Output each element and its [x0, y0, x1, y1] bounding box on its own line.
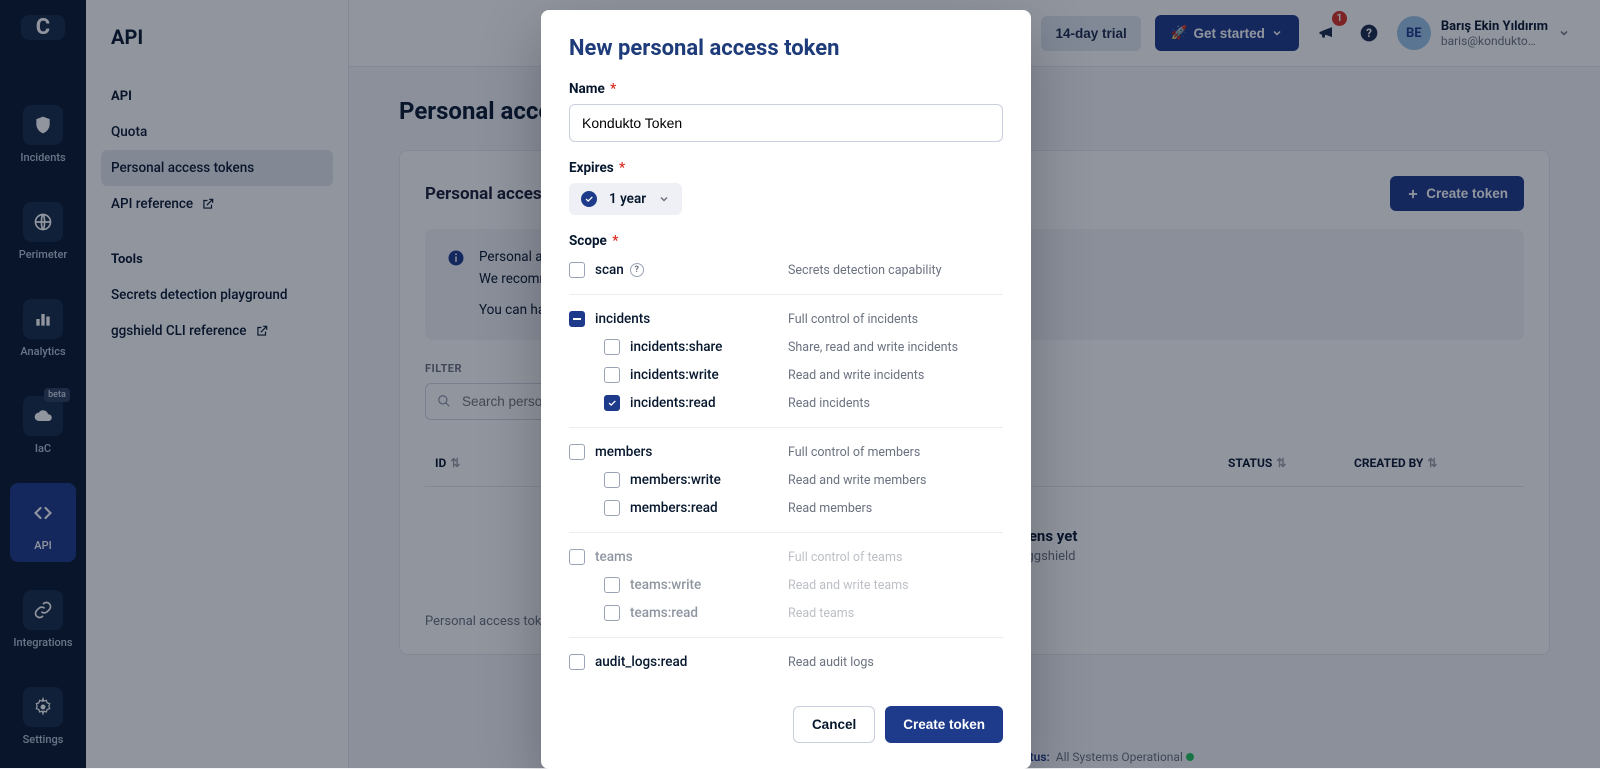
checkbox-teams [569, 549, 585, 565]
scope-incidents-read: incidents:read Read incidents [569, 389, 1003, 417]
checkbox-incidents-read[interactable] [604, 395, 620, 411]
checkbox-audit[interactable] [569, 654, 585, 670]
expires-label: Expires * [569, 160, 1003, 176]
scope-members-read: members:read Read members [569, 494, 1003, 522]
check-icon [581, 191, 597, 207]
checkbox-teams-read [604, 605, 620, 621]
chevron-down-icon [658, 193, 670, 205]
checkbox-incidents[interactable] [569, 311, 585, 327]
scope-incidents-share: incidents:share Share, read and write in… [569, 333, 1003, 361]
scope-incidents: incidents Full control of incidents [569, 305, 1003, 333]
checkbox-teams-write [604, 577, 620, 593]
scope-members: members Full control of members [569, 438, 1003, 466]
checkbox-scan[interactable] [569, 262, 585, 278]
expires-dropdown[interactable]: 1 year [569, 183, 682, 215]
checkbox-members[interactable] [569, 444, 585, 460]
cancel-button[interactable]: Cancel [793, 706, 875, 743]
scope-teams-read: teams:read Read teams [569, 599, 1003, 627]
checkbox-members-write[interactable] [604, 472, 620, 488]
name-label: Name * [569, 81, 1003, 97]
scope-label: Scope * [569, 233, 1003, 249]
scope-teams: teams Full control of teams [569, 543, 1003, 571]
scope-members-write: members:write Read and write members [569, 466, 1003, 494]
scope-incidents-write: incidents:write Read and write incidents [569, 361, 1003, 389]
scope-scan: scan? Secrets detection capability [569, 256, 1003, 284]
checkbox-incidents-write[interactable] [604, 367, 620, 383]
create-token-submit-button[interactable]: Create token [885, 706, 1003, 743]
help-icon[interactable]: ? [630, 263, 644, 277]
token-name-input[interactable] [569, 104, 1003, 142]
scope-teams-write: teams:write Read and write teams [569, 571, 1003, 599]
modal-title: New personal access token [569, 36, 1003, 61]
scope-audit: audit_logs:read Read audit logs [569, 648, 1003, 676]
checkbox-members-read[interactable] [604, 500, 620, 516]
checkbox-incidents-share[interactable] [604, 339, 620, 355]
modal: New personal access token Name * Expires… [541, 10, 1031, 769]
